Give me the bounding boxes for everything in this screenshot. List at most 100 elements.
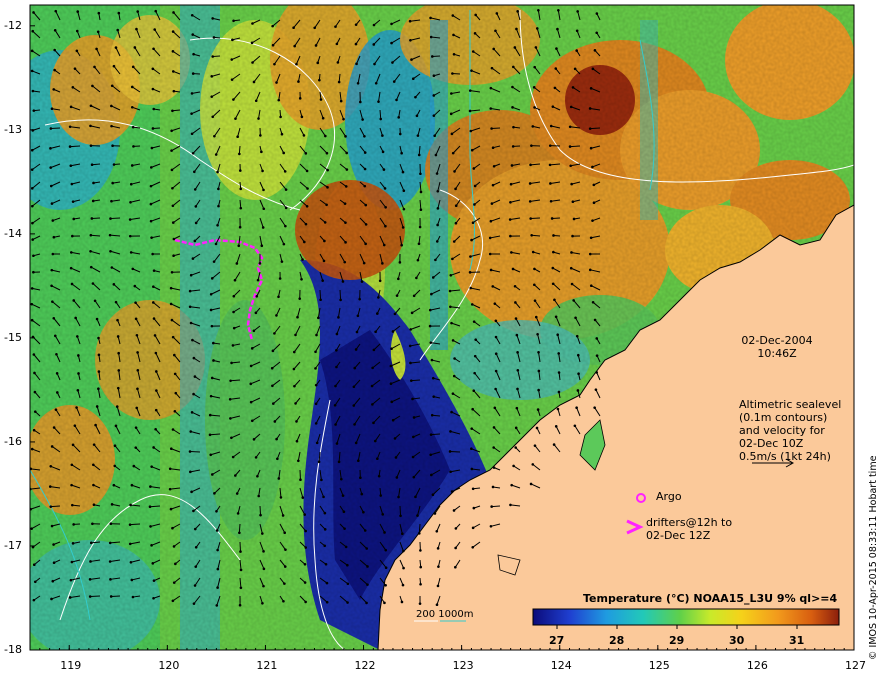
velocity-arrowhead xyxy=(231,344,235,347)
velocity-arrowhead xyxy=(30,287,34,290)
velocity-arrowhead xyxy=(402,207,406,211)
velocity-arrowhead xyxy=(169,507,173,511)
velocity-arrowhead xyxy=(510,251,513,254)
velocity-arrowhead xyxy=(108,541,112,545)
velocity-arrowhead xyxy=(297,459,300,463)
velocity-arrowhead xyxy=(302,134,306,137)
velocity-arrowhead xyxy=(381,150,385,154)
velocity-arrowhead xyxy=(214,242,218,246)
velocity-arrowhead xyxy=(171,221,175,224)
velocity-arrowhead xyxy=(238,603,242,607)
velocity-arrowhead xyxy=(75,406,78,409)
velocity-arrowhead xyxy=(354,348,358,351)
velocity-arrowhead xyxy=(450,92,453,95)
velocity-arrowhead xyxy=(70,463,74,467)
colorbar xyxy=(532,608,840,626)
velocity-arrowhead xyxy=(33,371,36,375)
velocity-arrowhead xyxy=(399,514,402,518)
velocity-arrowhead xyxy=(304,546,308,549)
velocity-arrowhead xyxy=(430,358,434,362)
velocity-arrowhead xyxy=(451,14,455,17)
velocity-arrowhead xyxy=(355,62,358,66)
velocity-arrowhead xyxy=(469,286,473,290)
velocity-arrowhead xyxy=(471,487,475,491)
velocity-arrowhead xyxy=(568,145,572,148)
velocity-arrowhead xyxy=(571,200,575,204)
velocity-arrowhead xyxy=(277,295,280,299)
velocity-arrowhead xyxy=(132,145,135,148)
velocity-arrowhead xyxy=(110,503,114,506)
velocity-arrowhead xyxy=(292,26,295,29)
velocity-arrowhead xyxy=(364,242,367,246)
velocity-arrowhead xyxy=(294,333,297,337)
colorbar-tick-label: 29 xyxy=(669,634,685,647)
velocity-arrowhead xyxy=(170,168,174,172)
velocity-arrowhead xyxy=(298,297,302,300)
velocity-arrowhead xyxy=(536,408,540,411)
velocity-arrowhead xyxy=(344,135,347,138)
velocity-arrowhead xyxy=(393,312,397,316)
velocity-arrowhead xyxy=(435,529,439,533)
velocity-arrowhead xyxy=(412,435,415,439)
velocity-arrowhead xyxy=(372,43,376,46)
velocity-arrowhead xyxy=(334,25,337,28)
velocity-arrowhead xyxy=(209,453,213,457)
velocity-arrowhead xyxy=(273,62,276,66)
velocity-arrowhead xyxy=(410,379,413,382)
velocity-arrowhead xyxy=(272,402,275,405)
velocity-arrowhead xyxy=(362,261,366,265)
velocity-arrowhead xyxy=(436,189,440,193)
velocity-arrowhead xyxy=(336,61,340,64)
velocity-arrowhead xyxy=(93,65,96,69)
velocity-arrowhead xyxy=(30,302,34,306)
velocity-arrowhead xyxy=(346,563,349,567)
velocity-arrowhead xyxy=(409,38,412,42)
velocity-arrowhead xyxy=(51,300,54,303)
velocity-arrowhead xyxy=(172,237,176,241)
velocity-arrowhead xyxy=(318,78,321,82)
velocity-arrowhead xyxy=(133,46,137,49)
velocity-arrowhead xyxy=(52,316,56,320)
x-tick-label: 127 xyxy=(845,659,866,672)
velocity-arrowhead xyxy=(55,372,59,375)
velocity-arrowhead xyxy=(381,262,384,265)
velocity-arrowhead xyxy=(190,13,194,17)
velocity-arrowhead xyxy=(358,297,361,301)
velocity-arrowhead xyxy=(112,483,116,487)
velocity-arrowhead xyxy=(473,354,477,358)
velocity-arrowhead xyxy=(356,81,360,85)
velocity-arrowhead xyxy=(262,550,265,553)
velocity-arrowhead xyxy=(193,188,197,191)
velocity-arrowhead xyxy=(233,278,237,282)
x-tick-label: 122 xyxy=(354,659,376,672)
velocity-arrowhead xyxy=(432,94,436,97)
velocity-arrow xyxy=(110,217,121,220)
velocity-arrow xyxy=(450,450,461,453)
velocity-arrowhead xyxy=(231,455,235,459)
velocity-arrowhead xyxy=(374,81,378,85)
velocity-arrowhead xyxy=(511,145,515,148)
velocity-arrowhead xyxy=(470,238,473,242)
velocity-arrowhead xyxy=(316,61,320,65)
velocity-arrowhead xyxy=(73,67,77,70)
velocity-arrowhead xyxy=(170,318,174,322)
velocity-arrowhead xyxy=(494,335,498,339)
velocity-arrowhead xyxy=(469,129,473,133)
velocity-arrowhead xyxy=(549,124,553,128)
velocity-arrowhead xyxy=(92,503,96,507)
velocity-arrowhead xyxy=(190,92,194,95)
velocity-arrowhead xyxy=(390,22,393,26)
velocity-arrowhead xyxy=(384,583,387,587)
velocity-arrowhead xyxy=(492,47,496,51)
velocity-arrowhead xyxy=(77,354,80,357)
velocity-arrowhead xyxy=(279,115,282,119)
velocity-arrowhead xyxy=(337,80,341,84)
velocity-arrowhead xyxy=(275,437,278,441)
velocity-arrowhead xyxy=(192,509,195,513)
velocity-arrowhead xyxy=(303,513,306,516)
velocity-arrowhead xyxy=(435,172,439,175)
velocity-arrowhead xyxy=(171,109,174,113)
velocity-arrowhead xyxy=(114,424,118,428)
velocity-arrowhead xyxy=(322,259,326,263)
velocity-arrowhead xyxy=(314,402,318,406)
